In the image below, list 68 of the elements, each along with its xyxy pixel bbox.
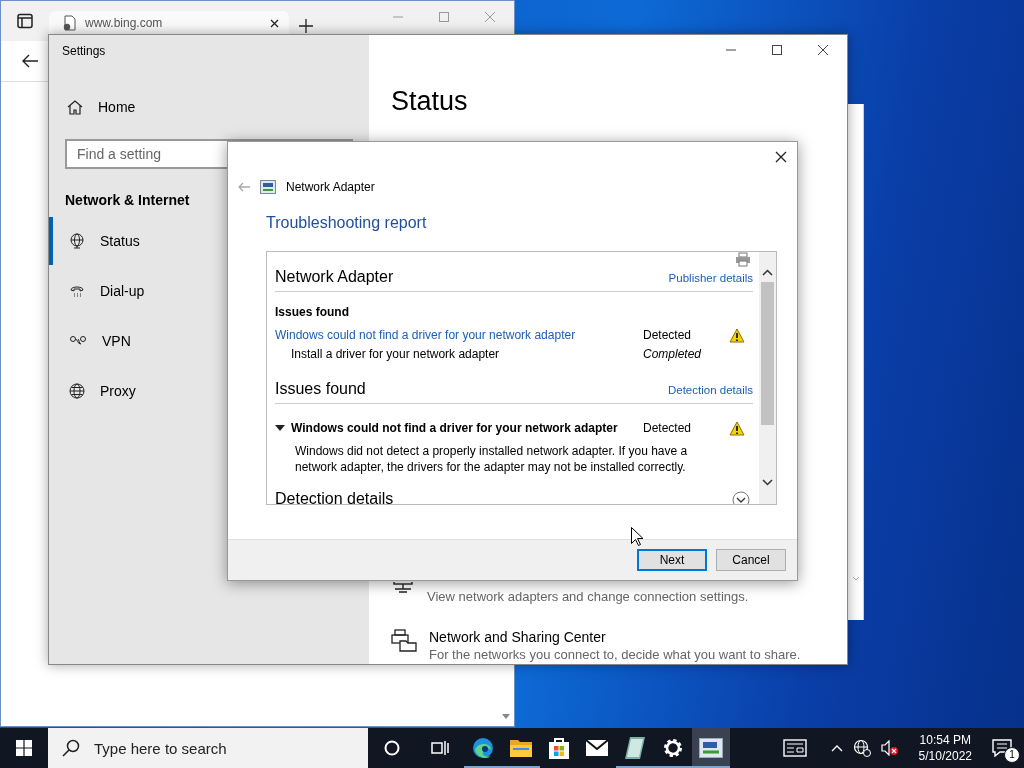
task-view-icon[interactable] xyxy=(431,740,449,756)
tab-actions-icon[interactable] xyxy=(17,13,33,29)
network-adapter-icon xyxy=(260,180,276,194)
scrollbar[interactable] xyxy=(759,252,776,504)
scroll-up-icon[interactable] xyxy=(762,269,773,276)
windows-logo-icon[interactable] xyxy=(16,740,32,756)
browser-tab[interactable]: www.bing.com xyxy=(49,11,289,35)
folder-icon xyxy=(509,737,533,759)
warning-icon xyxy=(729,420,745,436)
expand-icon[interactable] xyxy=(732,491,750,504)
publisher-details-link[interactable]: Publisher details xyxy=(668,272,753,284)
globe-monitor-icon xyxy=(69,233,85,249)
mouse-cursor-icon xyxy=(631,527,643,546)
back-arrow-icon[interactable] xyxy=(21,54,39,68)
globe-icon xyxy=(69,383,85,399)
option-link[interactable]: Network and Sharing Center xyxy=(429,628,606,646)
issues-label: Issues found xyxy=(275,304,349,320)
detection-details-link[interactable]: Detection details xyxy=(667,384,753,396)
section-heading: Network & Internet xyxy=(65,192,190,208)
phone-icon xyxy=(69,283,85,299)
chevron-up-icon[interactable] xyxy=(830,744,843,752)
printer-folder-icon xyxy=(391,628,417,652)
close-icon[interactable] xyxy=(775,151,787,163)
speaker-muted-icon[interactable] xyxy=(880,740,899,756)
warning-icon xyxy=(729,327,745,343)
mail-icon xyxy=(585,739,609,757)
scroll-down-icon[interactable] xyxy=(762,479,773,486)
notepad-icon xyxy=(624,736,646,760)
issue-title: Windows could not find a driver for your network adapter xyxy=(291,420,618,436)
dialog-title: Network Adapter xyxy=(286,180,375,194)
new-tab-icon[interactable] xyxy=(299,19,313,33)
settings-icon xyxy=(662,737,684,759)
option-description: View network adapters and change connection settings. xyxy=(427,588,749,606)
issue-status: Detected xyxy=(643,420,693,436)
home-icon xyxy=(67,99,83,115)
home-link[interactable]: Home xyxy=(49,83,136,131)
issue-status: Detected xyxy=(643,327,693,343)
search-field[interactable]: Type here to search xyxy=(48,728,368,768)
page-icon xyxy=(63,15,77,31)
section-title: Issues found xyxy=(275,379,366,399)
issue-description: Windows did not detect a properly installed network adapter. If you have a network adapter, the drivers for the adapter may not be installed correctly. xyxy=(295,443,689,475)
monitor-stand-icon xyxy=(393,582,413,593)
search-icon xyxy=(62,739,80,757)
fix-status: Completed xyxy=(643,346,703,362)
shopping-bag-icon xyxy=(548,736,570,760)
printer-icon[interactable] xyxy=(735,252,751,267)
taskbar-app[interactable] xyxy=(692,728,730,768)
window-title: Settings xyxy=(62,44,106,58)
clock-date[interactable]: 5/10/2022 xyxy=(918,748,972,764)
issue-link[interactable]: Windows could not find a driver for your network adapter xyxy=(275,327,576,343)
section-title: Network Adapter xyxy=(275,267,394,287)
network-adapter-icon xyxy=(699,738,723,758)
news-icon[interactable] xyxy=(782,739,807,757)
dialog-button[interactable]: Next xyxy=(637,549,707,571)
close-icon[interactable] xyxy=(817,44,829,56)
maximize-icon[interactable] xyxy=(771,44,783,56)
collapse-icon[interactable] xyxy=(275,423,285,433)
fix-text: Install a driver for your network adapter xyxy=(290,346,501,362)
section-title: Detection details xyxy=(275,489,394,504)
globe-icon[interactable] xyxy=(852,739,871,757)
close-icon[interactable] xyxy=(270,18,279,28)
vpn-icon xyxy=(69,334,87,348)
dialog-button[interactable]: Cancel xyxy=(716,549,786,571)
page-title: Status xyxy=(391,85,468,118)
circle-icon[interactable] xyxy=(384,740,400,756)
option-description: For the networks you connect to, decide what you want to share. xyxy=(429,646,801,664)
clock-time[interactable]: 10:54 PM xyxy=(919,732,971,748)
browser-icon xyxy=(471,736,495,760)
